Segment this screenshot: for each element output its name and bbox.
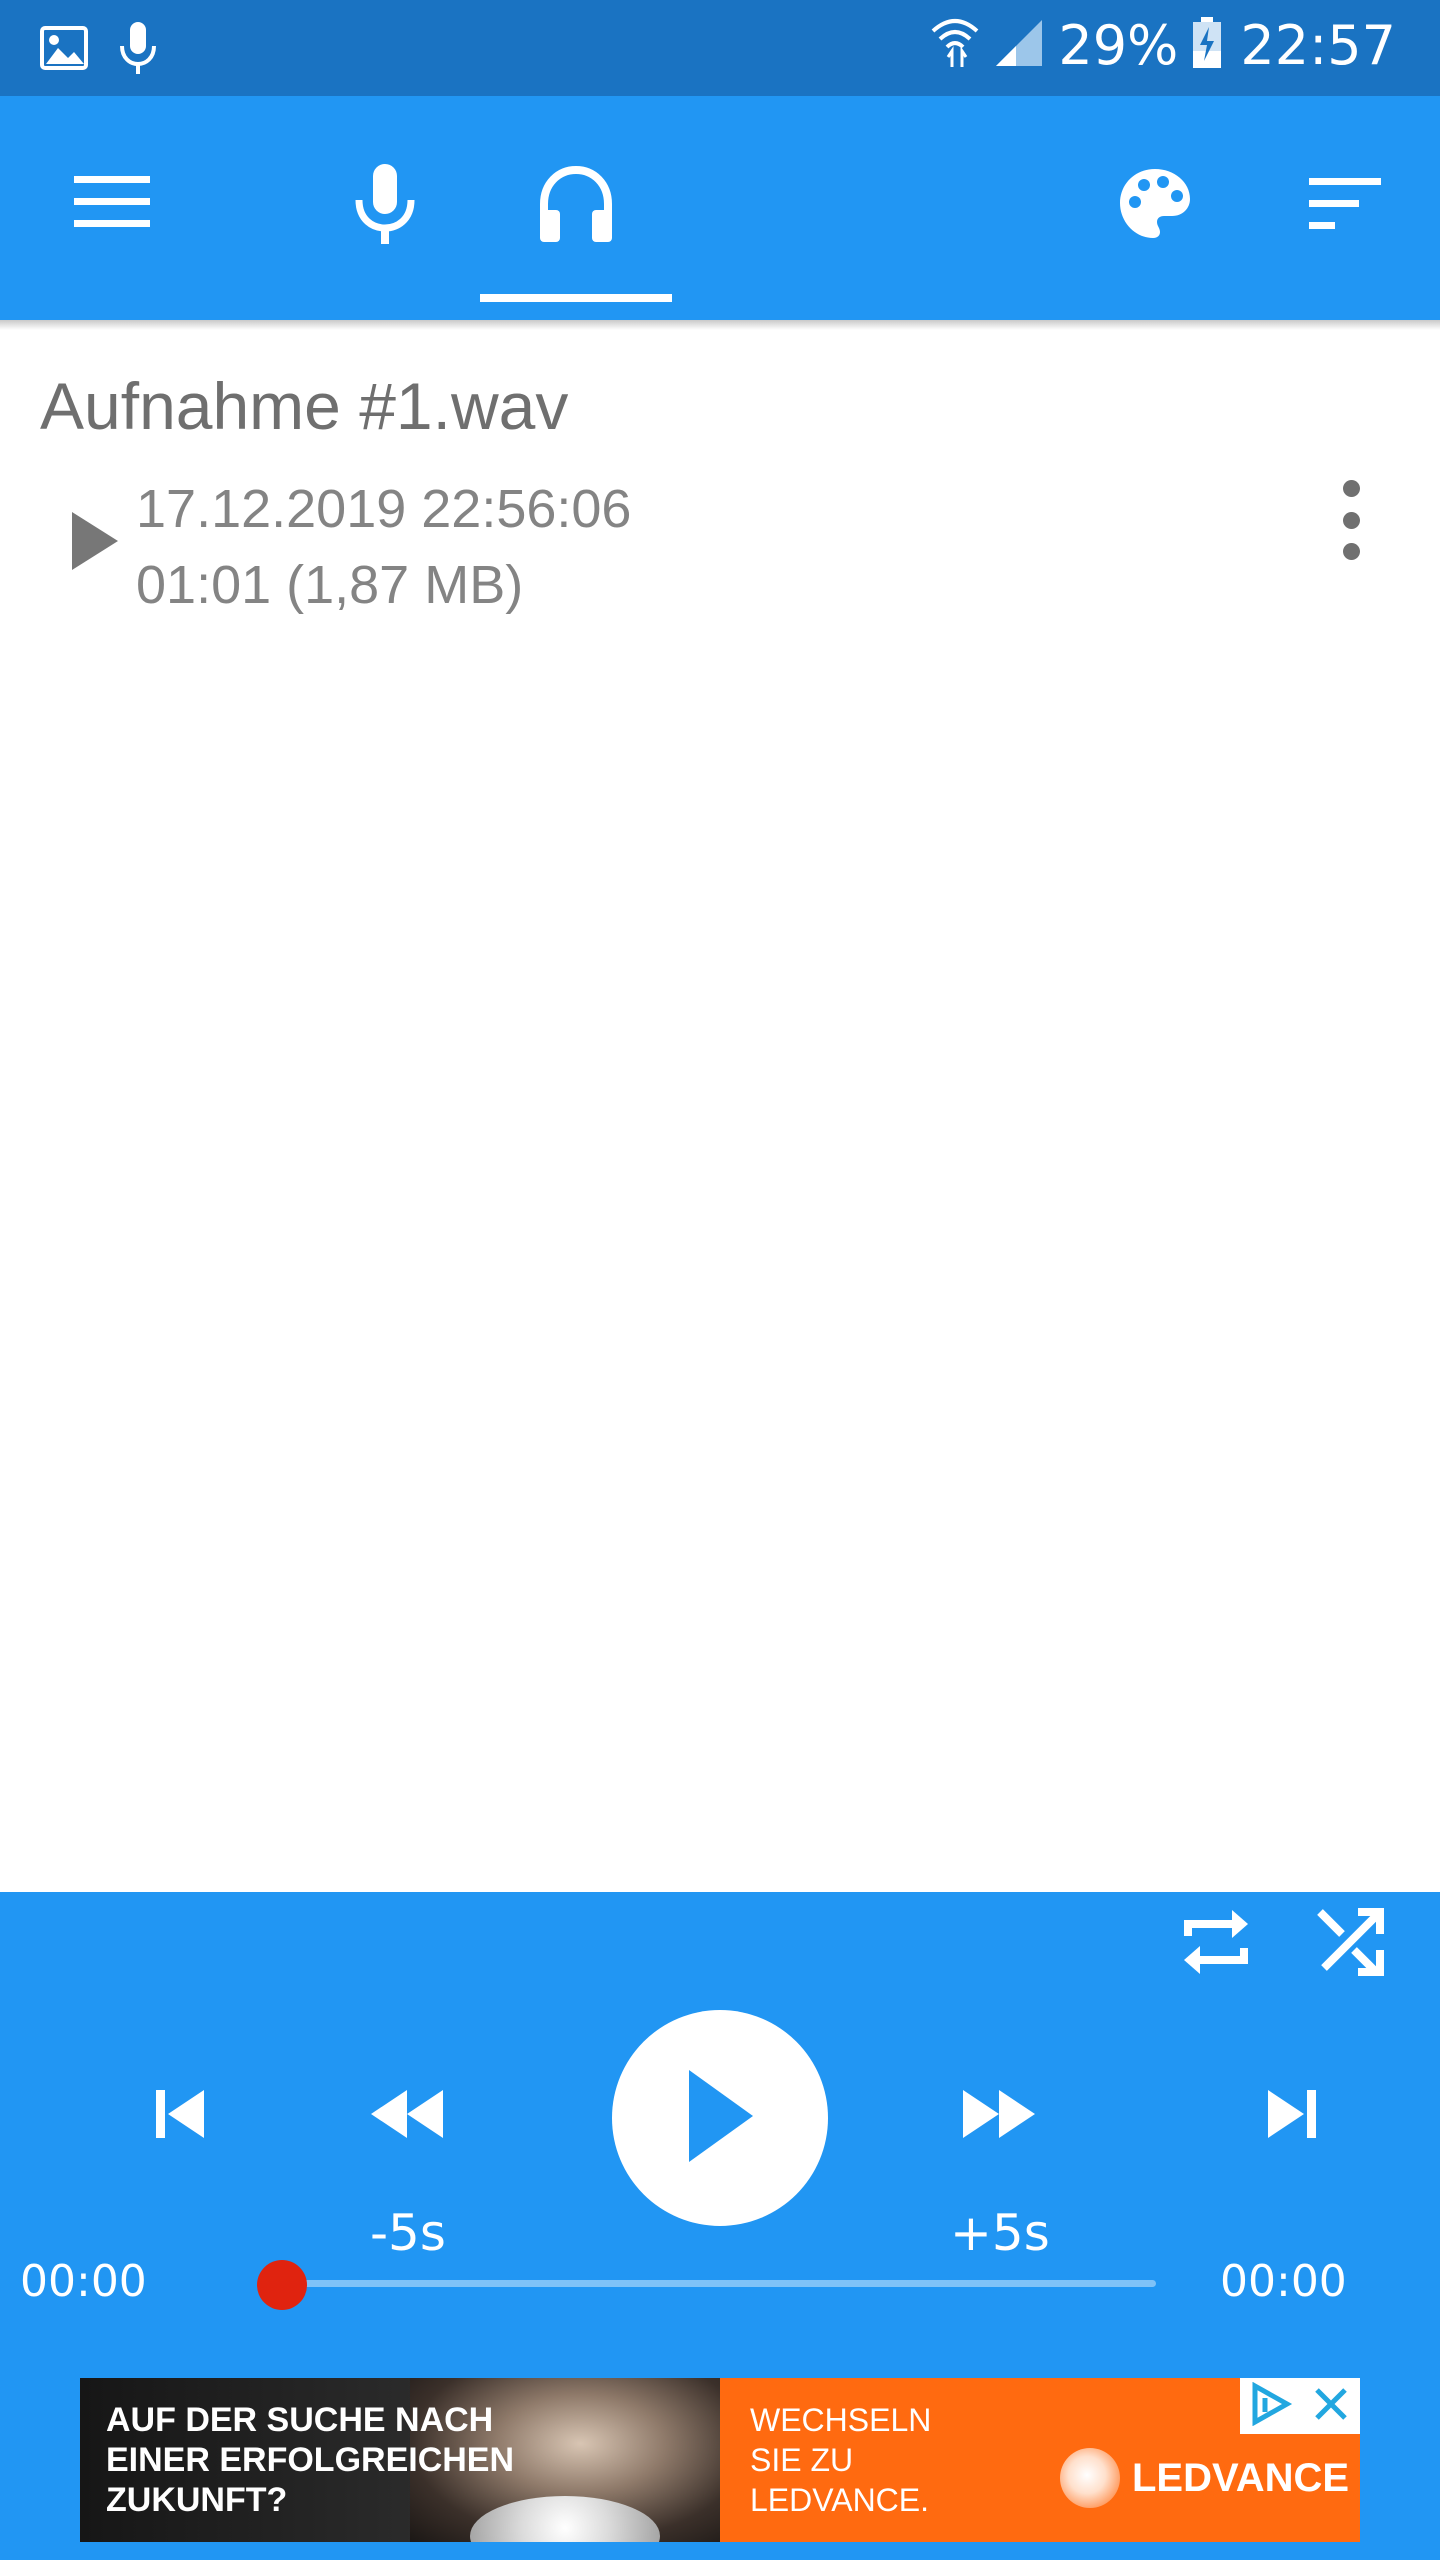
- app-toolbar: [0, 96, 1440, 320]
- battery-percentage: 29%: [1058, 14, 1179, 77]
- play-icon[interactable]: [70, 510, 120, 577]
- rewind-label: -5s: [370, 2204, 446, 2262]
- active-tab-indicator: [480, 294, 672, 302]
- image-icon: [40, 26, 88, 75]
- wifi-icon: [930, 17, 980, 74]
- sort-icon: [1307, 176, 1383, 237]
- skip-next-icon[interactable]: [1252, 2074, 1332, 2154]
- shuffle-icon[interactable]: [1310, 1902, 1390, 1982]
- skip-previous-icon[interactable]: [140, 2074, 220, 2154]
- ad-cta-panel: WECHSELN SIE ZU LEDVANCE. LEDVANCE: [720, 2378, 1360, 2542]
- mic-icon: [353, 162, 417, 251]
- repeat-icon[interactable]: [1176, 1902, 1256, 1982]
- ad-banner[interactable]: AUF DER SUCHE NACH EINER ERFOLGREICHEN Z…: [80, 2378, 1360, 2542]
- tab-record[interactable]: [330, 156, 440, 256]
- headphones-icon: [536, 164, 616, 249]
- ad-image: AUF DER SUCHE NACH EINER ERFOLGREICHEN Z…: [80, 2378, 720, 2542]
- total-time: 00:00: [1220, 2256, 1347, 2307]
- status-bar: 29% 22:57: [0, 0, 1440, 96]
- ad-subline: WECHSELN SIE ZU LEDVANCE.: [750, 2402, 932, 2518]
- battery-charging-icon: [1192, 17, 1222, 74]
- theme-button[interactable]: [1100, 156, 1210, 256]
- close-icon[interactable]: [1311, 2384, 1351, 2429]
- recording-title: Aufnahme #1.wav: [40, 369, 569, 443]
- tab-playback[interactable]: [520, 156, 632, 256]
- toolbar-shadow: [0, 320, 1440, 330]
- seek-thumb[interactable]: [257, 2260, 307, 2310]
- current-time: 00:00: [20, 2256, 147, 2307]
- recording-date: 17.12.2019 22:56:06: [136, 479, 632, 539]
- ad-choices[interactable]: [1240, 2378, 1360, 2434]
- fast-forward-icon[interactable]: [954, 2074, 1044, 2154]
- ad-logo: LEDVANCE: [1060, 2448, 1349, 2508]
- signal-icon: [994, 18, 1044, 73]
- rewind-icon[interactable]: [362, 2074, 452, 2154]
- adchoices-icon[interactable]: [1249, 2381, 1293, 2431]
- play-icon: [685, 2068, 755, 2169]
- sort-button[interactable]: [1290, 166, 1400, 246]
- ledvance-logo-icon: [1060, 2448, 1120, 2508]
- ad-headline: AUF DER SUCHE NACH EINER ERFOLGREICHEN Z…: [106, 2401, 515, 2519]
- more-options-icon[interactable]: [1330, 480, 1372, 560]
- ad-brand: LEDVANCE: [1132, 2455, 1350, 2500]
- mic-icon: [118, 20, 158, 81]
- recording-duration-size: 01:01 (1,87 MB): [136, 555, 524, 615]
- clock: 22:57: [1240, 14, 1396, 77]
- menu-icon[interactable]: [62, 172, 162, 232]
- fast-forward-label: +5s: [950, 2204, 1050, 2262]
- play-button[interactable]: [612, 2010, 828, 2226]
- seek-bar[interactable]: [282, 2280, 1156, 2287]
- palette-icon: [1117, 166, 1193, 247]
